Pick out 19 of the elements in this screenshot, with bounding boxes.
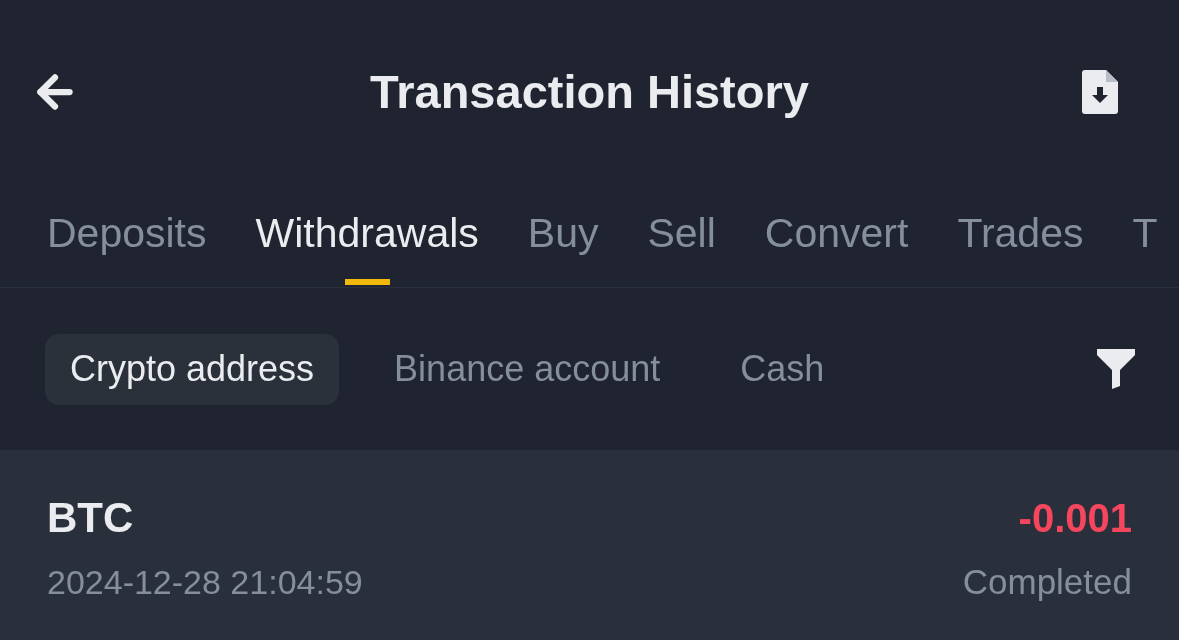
tab[interactable]: Deposits xyxy=(47,184,207,287)
filter-icon[interactable] xyxy=(1097,349,1135,389)
tab[interactable]: Sell xyxy=(647,184,716,287)
file-download-icon[interactable] xyxy=(1082,70,1118,114)
tab[interactable]: Convert xyxy=(764,184,909,287)
coin-name: BTC xyxy=(47,495,134,541)
transaction-amount: -0.001 xyxy=(1018,495,1132,541)
transaction-datetime: 2024-12-28 21:04:59 xyxy=(47,562,363,602)
filter-chip[interactable]: Binance account xyxy=(369,333,686,405)
selected-tab-underline xyxy=(344,279,390,285)
filter-chip[interactable]: Crypto address xyxy=(45,333,340,405)
tab[interactable]: T xyxy=(1132,184,1158,287)
tab[interactable]: Buy xyxy=(527,184,599,287)
transaction-row[interactable]: BTC 2024-12-28 21:04:59 -0.001 Completed xyxy=(0,450,1179,640)
page-title: Transaction History xyxy=(370,64,809,120)
tab[interactable]: Trades xyxy=(957,184,1084,287)
tab[interactable]: Withdrawals xyxy=(255,184,479,287)
filter-chip[interactable]: Cash xyxy=(715,333,850,405)
transaction-status: Completed xyxy=(962,562,1132,602)
